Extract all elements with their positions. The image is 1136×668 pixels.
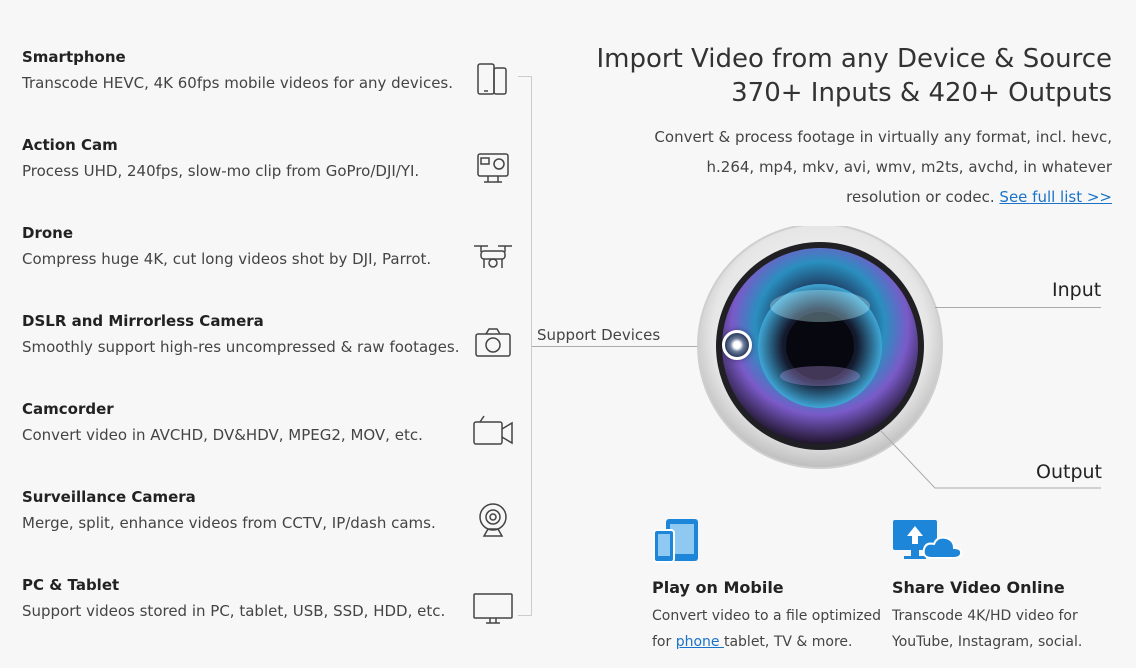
headline-line2: 370+ Inputs & 420+ Outputs xyxy=(731,78,1112,108)
device-desc: Convert video in AVCHD, DV&HDV, MPEG2, M… xyxy=(22,426,423,444)
device-item-camcorder: Camcorder Convert video in AVCHD, DV&HDV… xyxy=(22,400,462,444)
feature-desc-text-end: tablet, TV & more. xyxy=(723,634,853,650)
device-item-surveillance: Surveillance Camera Merge, split, enhanc… xyxy=(22,488,462,532)
device-title: Smartphone xyxy=(22,48,126,66)
see-full-list-link[interactable]: See full list >> xyxy=(999,188,1112,206)
feature-share-video-online: Share Video Online Transcode 4K/HD video… xyxy=(892,518,1132,655)
subtext-line3-text: resolution or codec. xyxy=(846,188,1000,206)
device-desc: Support videos stored in PC, tablet, USB… xyxy=(22,602,446,620)
monitor-icon xyxy=(473,593,513,624)
device-title: Camcorder xyxy=(22,400,114,418)
webcam-icon xyxy=(479,503,507,537)
device-desc: Smoothly support high-res uncompressed &… xyxy=(22,338,460,356)
headline-line1: Import Video from any Device & Source xyxy=(596,44,1112,74)
device-item-pc-tablet: PC & Tablet Support videos stored in PC,… xyxy=(22,576,462,620)
support-devices-marker xyxy=(722,330,752,360)
support-devices-label: Support Devices xyxy=(537,326,661,344)
subtext-line2: h.264, mp4, mkv, avi, wmv, m2ts, avchd, … xyxy=(706,158,1113,176)
device-title: Drone xyxy=(22,224,74,242)
device-desc: Merge, split, enhance videos from CCTV, … xyxy=(22,514,436,532)
output-label: Output xyxy=(1036,461,1102,483)
device-item-action-cam: Action Cam Process UHD, 240fps, slow-mo … xyxy=(22,136,462,180)
feature-title: Share Video Online xyxy=(892,578,1065,597)
device-title: Surveillance Camera xyxy=(22,488,196,506)
device-bracket xyxy=(518,76,532,616)
subtext-line3: resolution or codec. See full list >> xyxy=(642,182,1112,212)
mobile-devices-icon xyxy=(653,519,698,563)
camera-icon xyxy=(475,328,511,357)
feature-title: Play on Mobile xyxy=(652,578,784,597)
format-description: Convert & process footage in virtually a… xyxy=(642,122,1112,212)
drone-icon xyxy=(474,245,512,268)
input-label: Input xyxy=(1052,279,1102,301)
page-title: Import Video from any Device & Source 37… xyxy=(596,42,1112,110)
feature-desc: Convert video to a file optimized for ph… xyxy=(652,603,892,655)
device-item-smartphone: Smartphone Transcode HEVC, 4K 60fps mobi… xyxy=(22,48,462,92)
phone-link[interactable]: phone xyxy=(676,634,724,650)
device-desc: Transcode HEVC, 4K 60fps mobile videos f… xyxy=(22,74,454,92)
device-title: Action Cam xyxy=(22,136,118,154)
cloud-upload-icon xyxy=(893,520,963,559)
device-desc: Compress huge 4K, cut long videos shot b… xyxy=(22,250,432,268)
input-connector-line xyxy=(935,307,1101,308)
action-cam-icon xyxy=(477,153,509,183)
feature-play-on-mobile: Play on Mobile Convert video to a file o… xyxy=(652,518,892,655)
smartphone-icon xyxy=(477,63,507,95)
device-item-dslr: DSLR and Mirrorless Camera Smoothly supp… xyxy=(22,312,462,356)
device-item-drone: Drone Compress huge 4K, cut long videos … xyxy=(22,224,462,268)
device-desc: Process UHD, 240fps, slow-mo clip from G… xyxy=(22,162,420,180)
camcorder-icon xyxy=(473,415,513,445)
subtext-line1: Convert & process footage in virtually a… xyxy=(654,128,1112,146)
feature-desc: Transcode 4K/HD video for YouTube, Insta… xyxy=(892,608,1083,650)
device-title: PC & Tablet xyxy=(22,576,120,594)
device-title: DSLR and Mirrorless Camera xyxy=(22,312,264,330)
